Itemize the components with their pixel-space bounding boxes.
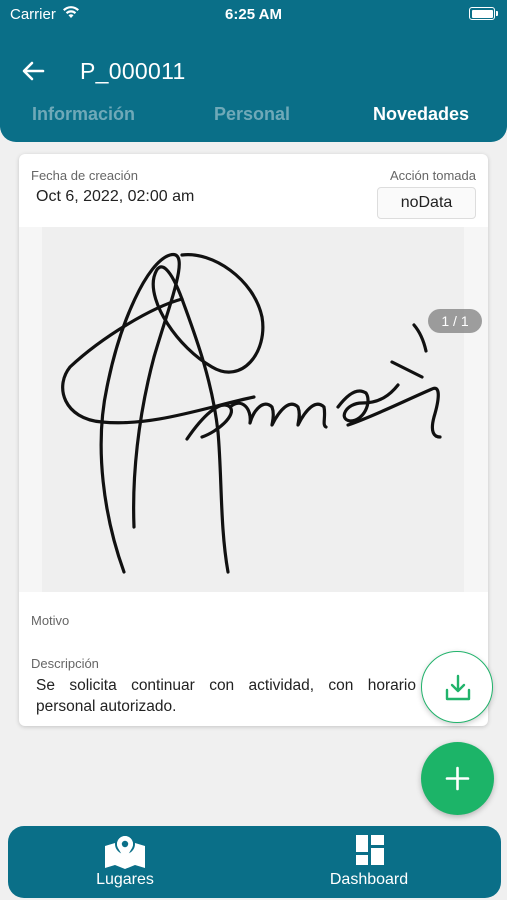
download-button[interactable] <box>421 651 493 723</box>
nav-label-lugares: Lugares <box>96 871 154 888</box>
tab-bar: Información Personal Novedades <box>0 104 507 134</box>
tab-personal[interactable]: Personal <box>214 104 290 125</box>
fecha-value: Oct 6, 2022, 02:00 am <box>36 188 195 205</box>
download-icon <box>445 674 471 701</box>
nav-item-dashboard[interactable]: Dashboard <box>255 826 501 898</box>
novedad-card: Fecha de creación Oct 6, 2022, 02:00 am … <box>19 154 488 726</box>
page-title: P_000011 <box>80 58 186 84</box>
back-arrow-icon[interactable] <box>18 56 48 86</box>
battery-icon <box>469 7 498 20</box>
status-bar: Carrier 6:25 AM <box>0 0 507 30</box>
page-counter-badge: 1 / 1 <box>428 309 482 333</box>
map-pin-icon <box>105 834 145 869</box>
signature-drawing <box>61 253 442 574</box>
descripcion-value: Se solicita continuar con actividad, con… <box>36 677 416 715</box>
plus-icon <box>445 766 470 791</box>
add-button[interactable] <box>421 742 494 815</box>
bottom-navigation: Lugares Dashboard <box>8 826 501 898</box>
accion-value: noData <box>377 187 476 219</box>
signature-image <box>42 227 464 592</box>
nav-item-lugares[interactable]: Lugares <box>8 826 254 898</box>
dashboard-grid-icon <box>356 835 384 865</box>
status-time: 6:25 AM <box>225 6 282 23</box>
tab-informacion[interactable]: Información <box>32 104 135 125</box>
fecha-label: Fecha de creación <box>31 168 138 183</box>
motivo-label: Motivo <box>31 613 70 628</box>
nav-label-dashboard: Dashboard <box>329 871 409 888</box>
tab-novedades[interactable]: Novedades <box>373 104 469 125</box>
signature-image-viewer[interactable]: 1 / 1 <box>19 227 488 592</box>
accion-label: Acción tomada <box>390 168 476 183</box>
descripcion-label: Descripción <box>31 656 99 671</box>
app-header: Carrier 6:25 AM P_000011 Información Per… <box>0 0 507 142</box>
